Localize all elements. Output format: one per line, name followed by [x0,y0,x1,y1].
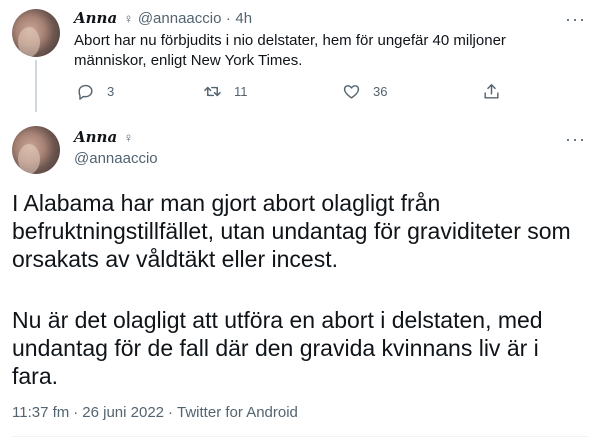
share-button[interactable] [482,82,501,101]
main-author-name[interactable]: Anna [74,128,117,146]
main-footer: 11:37 fm · 26 juni 2022 · Twitter for Androi… [12,404,298,421]
reply-time[interactable]: 4h [235,10,252,27]
reply-text: Abort har nu förbjudits i nio delstater,… [74,32,506,69]
main-gender-symbol: ♀ [123,130,134,145]
main-handle[interactable]: @annaaccio [74,150,158,167]
reply-more-icon[interactable]: ··· [565,10,586,28]
thread-line [35,60,37,112]
reply-separator: · [225,10,231,27]
main-time[interactable]: 11:37 fm [12,404,69,421]
retweet-button[interactable]: 11 [203,82,248,101]
like-count: 36 [373,84,388,99]
reply-handle[interactable]: @annaaccio [138,10,222,27]
retweet-icon [204,86,221,97]
retweet-count: 11 [234,84,248,99]
main-paragraph-1: I Alabama har man gjort abort olagligt f… [12,190,571,272]
like-icon [343,85,360,99]
main-source[interactable]: Twitter for Android [177,404,298,421]
reply-gender-symbol: ♀ [123,11,134,26]
main-date[interactable]: 26 juni 2022 [82,404,164,421]
main-paragraph-2: Nu är det olagligt att utföra en abort i… [12,307,543,389]
reply-count: 3 [107,84,115,99]
reply-header: Anna ♀ @annaaccio · 4h [74,9,252,28]
main-more-icon[interactable]: ··· [565,130,586,148]
reply-button[interactable]: 3 [76,82,114,101]
reply-author-name[interactable]: Anna [74,9,117,27]
reply-icon [78,84,93,100]
footer-separator-2: · [168,404,174,421]
reply-avatar[interactable] [12,9,60,57]
bottom-divider [12,436,588,437]
main-avatar[interactable] [12,126,60,174]
share-icon [484,84,499,99]
footer-separator-1: · [73,404,79,421]
main-header: Anna ♀ [74,128,133,147]
like-button[interactable]: 36 [342,82,387,101]
